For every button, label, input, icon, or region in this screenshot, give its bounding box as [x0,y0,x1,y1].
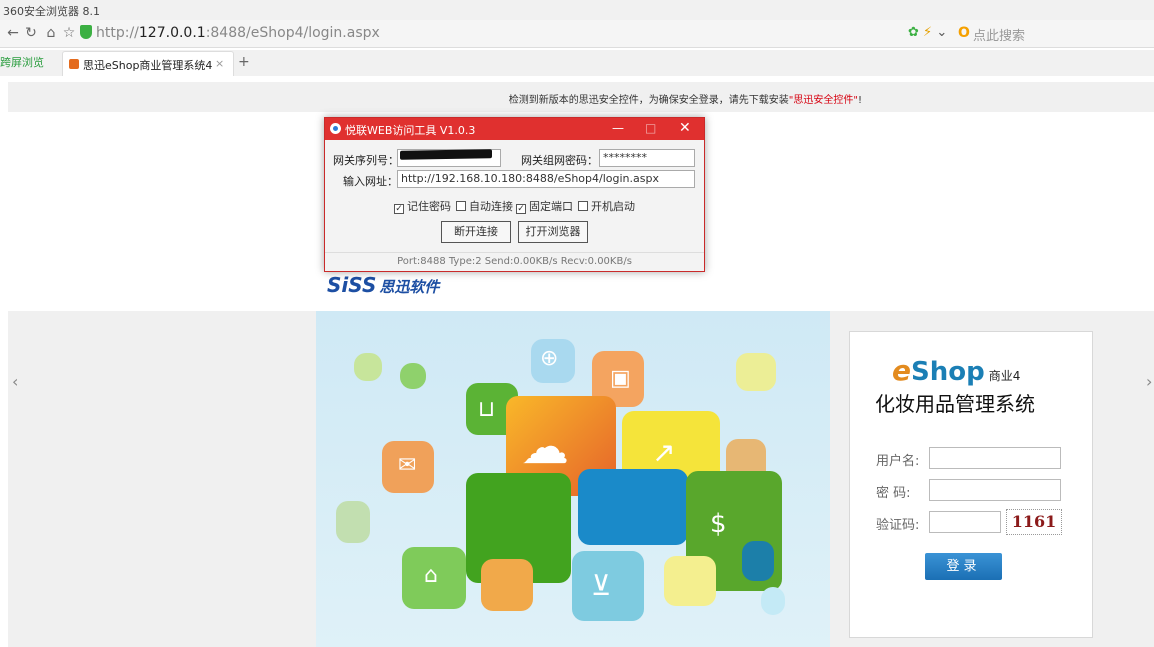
extensions-icons[interactable]: ✿ ⚡ ⌄ [908,25,947,40]
basket-icon: ⊔ [478,397,496,422]
url-input[interactable]: http://192.168.10.180:8488/eShop4/login.… [397,170,695,188]
cloud-icon: ☁ [521,419,569,475]
close-icon[interactable]: ✕ [679,120,691,136]
captcha-input[interactable] [929,511,1001,533]
search-input[interactable]: 点此搜索 [973,25,1025,44]
banner-tile [742,541,774,581]
fixed-port-checkbox[interactable]: ✓ 固定端口 [516,198,573,214]
captcha-image[interactable]: 1161 [1006,509,1062,535]
url-label: 输入网址： [343,175,398,188]
new-tab-button[interactable]: + [238,54,250,70]
auto-start-checkbox[interactable]: 开机启动 [578,198,635,214]
home-icon[interactable]: ⌂ [42,24,60,42]
tab-bar: 跨屏浏览 思迅eShop商业管理系统4 × + [0,50,1154,76]
carousel-prev-icon[interactable]: ‹ [12,372,18,391]
web-access-tool-window: 悦联WEB访问工具 V1.0.3 — □ ✕ 网关序列号： 网关组网密码： **… [324,117,705,272]
siss-logo: SiSS 思迅软件 [327,273,440,297]
tab-eshop[interactable]: 思迅eShop商业管理系统4 × [62,51,234,76]
password-input[interactable]: ******** [599,149,695,167]
banner-tile [736,353,776,391]
browser-title: 360安全浏览器 8.1 [0,0,1154,20]
app-icon [330,123,341,134]
site-favicon-icon [69,59,79,69]
redaction-mark [400,149,492,160]
login-panel: eShop 商业4 化妆用品管理系统 用户名: 密 码: 验证码: 1161 登录 [849,331,1093,638]
security-notice: 检测到新版本的思迅安全控件，为确保安全登录，请先下载安装"思迅安全控件"! [8,82,1154,112]
search-engine-icon[interactable]: O [958,25,970,41]
banner-tile [481,559,533,611]
remember-password-checkbox[interactable]: ✓ 记住密码 [394,198,451,214]
zoom-icon: ⊕ [540,346,559,371]
system-name: 化妆用品管理系统 [875,392,1035,416]
security-shield-icon [80,25,92,39]
mail-icon: ✉ [398,453,417,478]
money-bag-icon: $ [710,509,727,539]
username-input[interactable] [929,447,1061,469]
minimize-icon[interactable]: — [612,121,624,135]
banner-tile [354,353,382,381]
disconnect-button[interactable]: 断开连接 [441,221,511,243]
serial-label: 网关序列号： [333,154,399,167]
tab-close-icon[interactable]: × [215,57,224,70]
status-bar: Port:8488 Type:2 Send:0.00KB/s Recv:0.00… [325,252,704,271]
password-label: 网关组网密码： [521,154,598,167]
maximize-icon[interactable]: □ [645,121,656,135]
window-titlebar[interactable]: 悦联WEB访问工具 V1.0.3 — □ ✕ [325,118,704,140]
password-input[interactable] [929,479,1061,501]
banner-tile [578,469,688,545]
document-icon: ▣ [610,366,631,391]
password-label: 密 码: [876,486,911,501]
star-icon[interactable]: ☆ [60,24,78,42]
promo-banner: ⊕ ▣ ⊔ ☁ ↗ ✉ $ ⌂ ⊻ [316,311,830,647]
banner-tile [400,363,426,389]
banner-tile [664,556,716,606]
download-control-link[interactable]: "思迅安全控件" [789,95,858,106]
banner-tile [336,501,370,543]
refresh-icon[interactable]: ↻ [22,24,40,42]
login-button[interactable]: 登录 [925,553,1002,580]
cart-icon: ⊻ [591,569,612,602]
tab-cross-screen[interactable]: 跨屏浏览 [0,54,44,70]
banner-tile [761,587,785,615]
captcha-label: 验证码: [876,518,920,533]
home-icon: ⌂ [424,563,438,588]
chart-icon: ↗ [652,436,676,469]
address-bar[interactable]: http://127.0.0.1:8488/eShop4/login.aspx [96,25,380,41]
username-label: 用户名: [876,454,920,469]
carousel-next-icon[interactable]: › [1146,372,1152,391]
eshop-logo: eShop 商业4 [892,354,1021,387]
nav-bar: ← ↻ ⌂ ☆ http://127.0.0.1:8488/eShop4/log… [0,20,1154,48]
open-browser-button[interactable]: 打开浏览器 [518,221,588,243]
auto-connect-checkbox[interactable]: 自动连接 [456,198,513,214]
back-icon[interactable]: ← [4,24,22,42]
